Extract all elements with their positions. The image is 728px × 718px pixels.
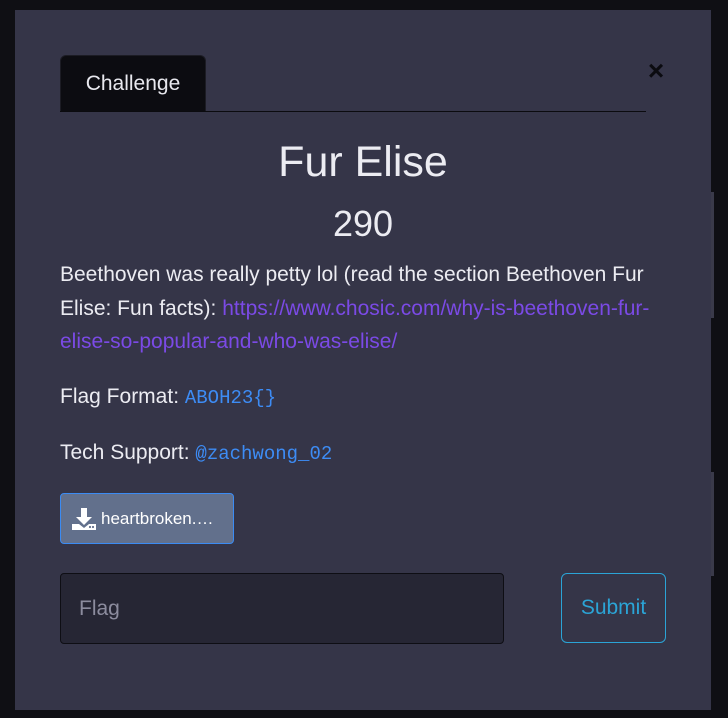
download-icon [72, 508, 96, 530]
file-download-button[interactable]: heartbroken.wav [60, 493, 234, 544]
tech-support-row: Tech Support: @zachwong_02 [60, 438, 332, 469]
submit-button[interactable]: Submit [561, 573, 666, 643]
close-icon[interactable]: × [643, 56, 669, 86]
tab-challenge[interactable]: Challenge [60, 55, 206, 111]
flag-input[interactable] [60, 573, 504, 644]
challenge-title: Fur Elise [278, 138, 448, 186]
modal-tabs: Challenge [60, 55, 646, 112]
tech-support-label: Tech Support: [60, 441, 196, 464]
flag-format-label: Flag Format: [60, 385, 185, 408]
tech-support-value: @zachwong_02 [195, 443, 333, 465]
flag-format-value: ABOH23{} [184, 387, 277, 409]
challenge-points: 290 [332, 203, 394, 244]
flag-format-row: Flag Format: ABOH23{} [60, 382, 276, 413]
challenge-modal: Challenge × Fur Elise 290 Beethoven was … [15, 10, 711, 710]
file-name: heartbroken.wav [101, 509, 223, 528]
challenge-description: Beethoven was really petty lol (read the… [60, 258, 660, 359]
